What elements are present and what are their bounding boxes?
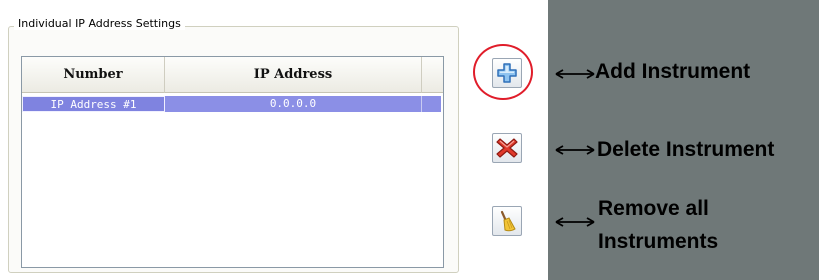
table-header: Number IP Address (22, 57, 443, 94)
annotation-remove-all-line1: Remove all (598, 197, 709, 220)
double-arrow-icon (555, 217, 595, 227)
highlight-circle (473, 44, 533, 100)
red-x-icon (496, 138, 518, 158)
annotation-add-instrument: Add Instrument (595, 60, 751, 83)
double-arrow-icon (555, 69, 595, 79)
column-header-filler (422, 57, 443, 93)
column-header-ip-address[interactable]: IP Address (165, 57, 422, 93)
broom-icon (500, 210, 516, 232)
annotation-delete-instrument: Delete Instrument (597, 138, 775, 161)
double-arrow-icon (555, 145, 595, 155)
annotation-remove-all-line2: Instruments (598, 230, 719, 253)
ip-address-table[interactable]: Number IP Address IP Address #1 0.0.0.0 (21, 56, 444, 268)
delete-instrument-button[interactable] (492, 133, 522, 163)
table-row[interactable]: IP Address #1 0.0.0.0 (22, 96, 441, 112)
cell-ip-address[interactable]: 0.0.0.0 (165, 96, 422, 112)
column-header-number[interactable]: Number (22, 57, 165, 93)
group-title: Individual IP Address Settings (14, 17, 185, 30)
cell-number[interactable]: IP Address #1 (22, 96, 165, 112)
remove-all-instruments-button[interactable] (492, 206, 522, 236)
